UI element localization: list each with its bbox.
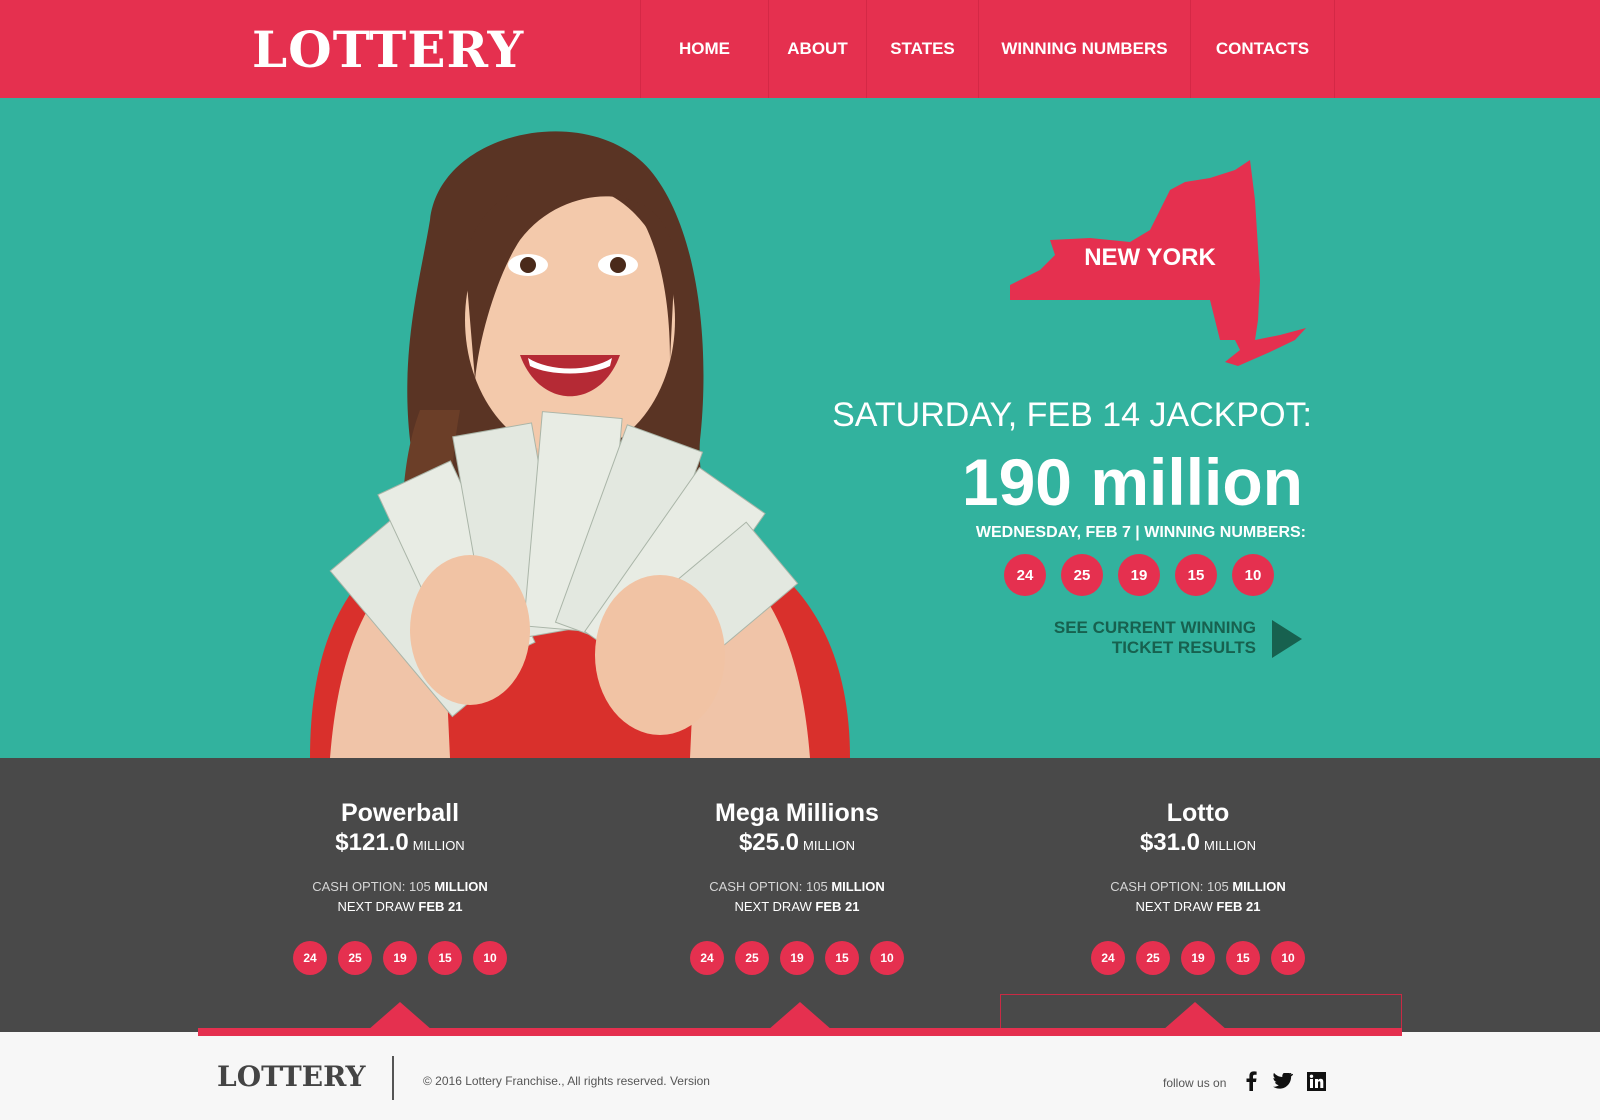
- hero-winning-numbers: 24 25 19 15 10: [1004, 554, 1274, 596]
- site-header: LOTTERY HOME ABOUT STATES WINNING NUMBER…: [0, 0, 1600, 98]
- nav-contacts[interactable]: CONTACTS: [1191, 0, 1335, 98]
- see-results-link[interactable]: SEE CURRENT WINNING TICKET RESULTS: [1054, 618, 1256, 658]
- linkedin-icon[interactable]: [1305, 1070, 1327, 1092]
- game-name: Lotto: [1166, 799, 1230, 827]
- nav-winning-numbers[interactable]: WINNING NUMBERS: [979, 0, 1191, 98]
- number-ball: 10: [1271, 941, 1305, 975]
- main-nav: HOME ABOUT STATES WINNING NUMBERS CONTAC…: [640, 0, 1335, 98]
- footer-logo[interactable]: LOTTERY: [217, 1060, 366, 1093]
- play-arrow-icon[interactable]: [1272, 620, 1302, 658]
- tab-marker: [768, 1002, 832, 1030]
- follow-us-label: follow us on: [1163, 1076, 1227, 1090]
- game-card-powerball[interactable]: Powerball $121.0 MILLION CASH OPTION: 105…: [220, 798, 580, 975]
- number-ball: 25: [735, 941, 769, 975]
- number-ball: 24: [1004, 554, 1046, 596]
- footer-divider: [392, 1056, 394, 1100]
- site-logo[interactable]: LOTTERY: [252, 22, 524, 78]
- number-ball: 19: [780, 941, 814, 975]
- twitter-icon[interactable]: [1272, 1070, 1294, 1092]
- woman-holding-money-image: [310, 131, 850, 758]
- number-ball: 25: [1061, 554, 1103, 596]
- tab-marker: [368, 1002, 432, 1030]
- facebook-icon[interactable]: [1240, 1070, 1262, 1092]
- number-ball: 10: [870, 941, 904, 975]
- number-ball: 15: [825, 941, 859, 975]
- tab-indicator-bar: [198, 1028, 1402, 1036]
- next-draw: NEXT DRAW FEB 21: [337, 899, 463, 914]
- cash-option: CASH OPTION: 105 MILLION: [709, 879, 885, 894]
- next-draw: NEXT DRAW FEB 21: [734, 899, 860, 914]
- cta-line-2: TICKET RESULTS: [1111, 638, 1256, 657]
- game-name: Powerball: [340, 799, 460, 827]
- jackpot-date-label: SATURDAY, FEB 14 JACKPOT:: [832, 396, 1312, 434]
- number-ball: 19: [1181, 941, 1215, 975]
- number-ball: 10: [1232, 554, 1274, 596]
- cash-option: CASH OPTION: 105 MILLION: [1110, 879, 1286, 894]
- state-label: NEW YORK: [1084, 244, 1216, 271]
- number-ball: 24: [690, 941, 724, 975]
- number-ball: 24: [293, 941, 327, 975]
- tab-marker: [1163, 1002, 1227, 1030]
- game-name: Mega Millions: [715, 799, 879, 827]
- number-ball: 15: [428, 941, 462, 975]
- nav-home[interactable]: HOME: [641, 0, 769, 98]
- winning-numbers-label: WEDNESDAY, FEB 7 | WINNING NUMBERS:: [975, 524, 1306, 541]
- game-prize: $25.0 MILLION: [738, 829, 856, 856]
- number-ball: 19: [1118, 554, 1160, 596]
- game-card-mega-millions[interactable]: Mega Millions $25.0 MILLION CASH OPTION: …: [617, 798, 977, 975]
- jackpot-amount: 190 million: [961, 445, 1303, 519]
- game-prize: $121.0 MILLION: [335, 829, 465, 856]
- game-prize: $31.0 MILLION: [1139, 829, 1257, 856]
- hero-section: NEW YORK SATURDAY, FEB 14 JACKPOT: 190 m…: [0, 98, 1600, 758]
- number-ball: 25: [1136, 941, 1170, 975]
- number-ball: 25: [338, 941, 372, 975]
- number-ball: 15: [1175, 554, 1217, 596]
- games-section: Powerball $121.0 MILLION CASH OPTION: 105…: [0, 758, 1600, 1032]
- number-ball: 15: [1226, 941, 1260, 975]
- cta-line-1: SEE CURRENT WINNING: [1053, 618, 1256, 637]
- next-draw: NEXT DRAW FEB 21: [1135, 899, 1261, 914]
- number-ball: 10: [473, 941, 507, 975]
- game-card-lotto[interactable]: Lotto $31.0 MILLION CASH OPTION: 105 MILL…: [1018, 798, 1378, 975]
- copyright-text: © 2016 Lottery Franchise., All rights re…: [423, 1074, 710, 1088]
- site-footer: LOTTERY © 2016 Lottery Franchise., All r…: [0, 1036, 1600, 1120]
- game-numbers: 24 25 19 15 10: [220, 941, 580, 975]
- nav-states[interactable]: STATES: [867, 0, 979, 98]
- game-numbers: 24 25 19 15 10: [1018, 941, 1378, 975]
- nav-about[interactable]: ABOUT: [769, 0, 867, 98]
- number-ball: 19: [383, 941, 417, 975]
- game-numbers: 24 25 19 15 10: [617, 941, 977, 975]
- cash-option: CASH OPTION: 105 MILLION: [312, 879, 488, 894]
- number-ball: 24: [1091, 941, 1125, 975]
